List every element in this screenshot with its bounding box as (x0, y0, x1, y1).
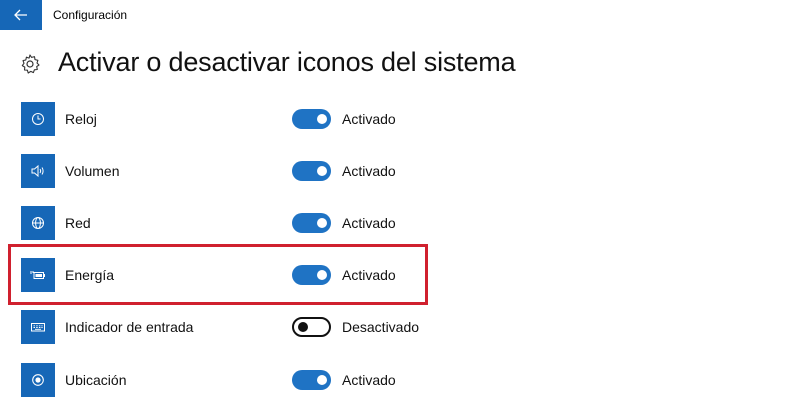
page-title: Activar o desactivar iconos del sistema (58, 47, 516, 77)
back-button[interactable] (0, 0, 42, 30)
setting-label: Ubicación (65, 372, 127, 388)
toggle-state-text: Desactivado (342, 319, 420, 335)
setting-label: Indicador de entrada (65, 319, 194, 335)
toggle-state-text: Activado (342, 111, 396, 127)
back-arrow-icon (14, 9, 27, 21)
setting-row-volume: Volumen Activado (0, 154, 806, 194)
tile-volume (21, 154, 55, 188)
tile-clock (21, 102, 55, 136)
setting-label: Red (65, 215, 91, 231)
setting-row-network: Red Activado (0, 206, 806, 246)
toggle-knob (317, 114, 327, 124)
network-icon (32, 217, 44, 229)
toggle-state-text: Activado (342, 163, 396, 179)
location-icon (32, 374, 44, 386)
toggle-switch[interactable] (292, 109, 331, 129)
tile-location (21, 363, 55, 397)
setting-row-location: Ubicación Activado (0, 363, 806, 403)
toggle-state-text: Activado (342, 215, 396, 231)
volume-icon (31, 164, 44, 178)
toggle-switch[interactable] (292, 213, 331, 233)
toggle-knob (317, 375, 327, 385)
setting-row-clock: Reloj Activado (0, 102, 806, 142)
setting-label: Reloj (65, 111, 97, 127)
keyboard-icon (31, 323, 45, 332)
toggle-knob (298, 322, 308, 332)
toggle-state-text: Activado (342, 372, 396, 388)
setting-row-input-indicator: Indicador de entrada Desactivado (0, 310, 806, 350)
toggle-knob (317, 166, 327, 176)
toggle-switch[interactable] (292, 317, 331, 337)
tile-input-indicator (21, 310, 55, 344)
toggle-switch[interactable] (292, 161, 331, 181)
toggle-knob (317, 218, 327, 228)
toggle-switch[interactable] (292, 370, 331, 390)
title-bar: Configuración (0, 0, 806, 30)
setting-label: Volumen (65, 163, 120, 179)
tile-network (21, 206, 55, 240)
highlight-box (8, 244, 428, 305)
app-title: Configuración (53, 8, 128, 22)
gear-icon (21, 54, 40, 74)
clock-icon (32, 113, 44, 125)
